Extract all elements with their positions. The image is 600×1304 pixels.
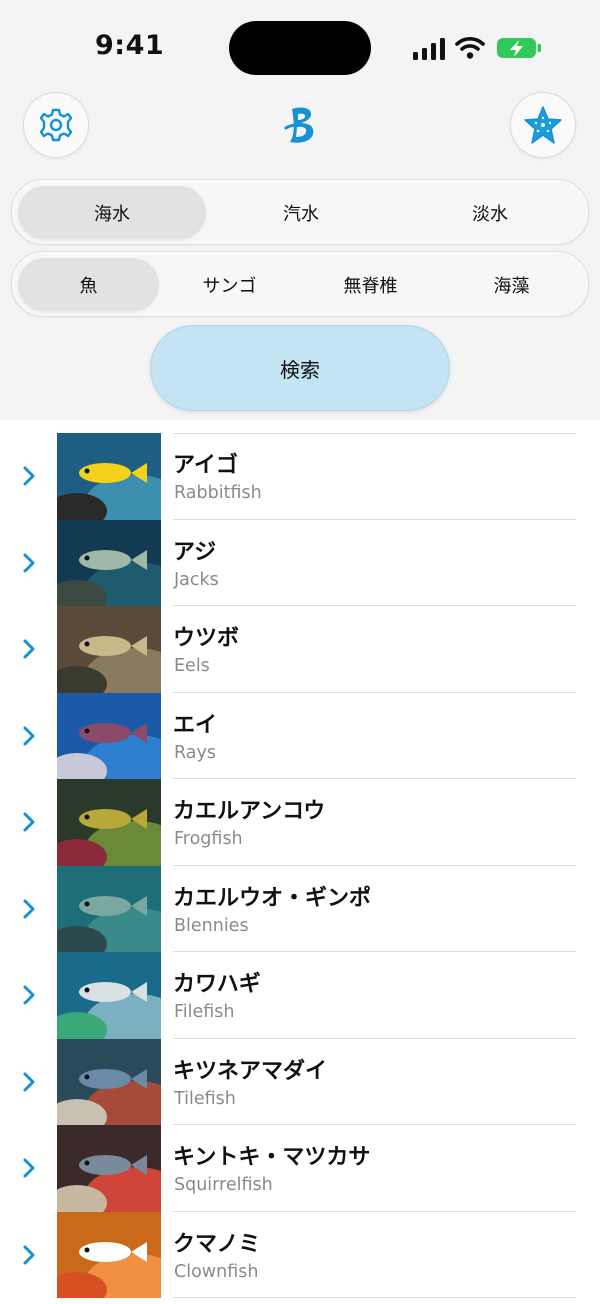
row-divider: [173, 1297, 576, 1298]
fish-name-ja: キツネアマダイ: [173, 1058, 328, 1084]
fish-thumbnail: [57, 952, 161, 1039]
status-time: 9:41: [95, 30, 165, 61]
fish-thumbnail: [57, 519, 161, 606]
list-item[interactable]: キントキ・マツカサ Squirrelfish: [0, 1125, 600, 1212]
fish-name-ja: アイゴ: [173, 453, 238, 478]
chevron-right-icon: [23, 466, 35, 486]
list-item[interactable]: キツネアマダイ Tilefish: [0, 1038, 600, 1125]
gear-icon: [39, 108, 73, 142]
fish-name-en: Frogfish: [174, 829, 243, 849]
chevron-right-icon: [23, 899, 35, 918]
fish-thumbnail: [57, 779, 161, 866]
list-item[interactable]: ウツボ Eels: [0, 606, 600, 693]
category-fish[interactable]: 魚: [18, 258, 159, 311]
battery-charging-icon: [497, 38, 541, 58]
chevron-right-icon: [23, 1072, 35, 1091]
chevron-right-icon: [23, 1245, 35, 1264]
fish-name-ja: エイ: [173, 712, 218, 738]
fish-thumbnail: [57, 1211, 161, 1298]
fish-thumbnail: [57, 1038, 161, 1125]
fish-name-ja: アジ: [173, 539, 217, 565]
list-item[interactable]: クマノミ Clownfish: [0, 1211, 600, 1298]
cellular-signal-icon: [413, 38, 445, 60]
fish-name-en: Squirrelfish: [174, 1175, 273, 1195]
settings-button[interactable]: [23, 92, 89, 158]
list-item[interactable]: カエルウオ・ギンポ Blennies: [0, 865, 600, 952]
list-item[interactable]: カエルアンコウ Frogfish: [0, 779, 600, 866]
chevron-right-icon: [23, 553, 35, 572]
water-type-freshwater[interactable]: 淡水: [396, 186, 584, 239]
starfish-icon: [524, 106, 562, 144]
list-item[interactable]: エイ Rays: [0, 692, 600, 779]
fish-thumbnail: [57, 865, 161, 952]
fish-thumbnail: [57, 692, 161, 779]
b-logo-icon: [284, 107, 314, 143]
fish-name-ja: キントキ・マツカサ: [173, 1145, 371, 1170]
fish-name-en: Eels: [174, 656, 210, 676]
chevron-right-icon: [23, 726, 35, 745]
fish-name-en: Blennies: [174, 915, 249, 936]
search-button[interactable]: 検索: [150, 325, 450, 411]
fish-name-ja: カエルアンコウ: [173, 799, 326, 824]
dynamic-island: [229, 21, 371, 75]
chevron-right-icon: [23, 1158, 35, 1178]
fish-name-ja: ウツボ: [173, 626, 240, 651]
fish-name-en: Rabbitfish: [174, 483, 262, 503]
fish-name-ja: クマノミ: [173, 1231, 261, 1257]
category-invertebrates[interactable]: 無脊椎: [300, 258, 441, 311]
fish-name-en: Filefish: [174, 1002, 235, 1022]
wifi-icon: [455, 37, 485, 59]
fish-name-en: Rays: [174, 742, 216, 763]
fish-name-en: Tilefish: [174, 1088, 236, 1109]
fish-thumbnail: [57, 606, 161, 693]
category-coral[interactable]: サンゴ: [159, 258, 300, 311]
fish-name-ja: カワハギ: [173, 972, 261, 997]
fish-name-en: Clownfish: [174, 1261, 259, 1282]
list-item[interactable]: アジ Jacks: [0, 519, 600, 606]
list-item[interactable]: アイゴ Rabbitfish: [0, 433, 600, 520]
chevron-right-icon: [23, 985, 35, 1005]
favorites-button[interactable]: [510, 92, 576, 158]
category-segmented-control: 魚 サンゴ 無脊椎 海藻: [11, 251, 589, 317]
category-seaweed[interactable]: 海藻: [441, 258, 582, 311]
fish-name-en: Jacks: [174, 569, 219, 590]
list-item[interactable]: カワハギ Filefish: [0, 952, 600, 1039]
chevron-right-icon: [23, 639, 35, 659]
chevron-right-icon: [23, 812, 35, 832]
fish-name-ja: カエルウオ・ギンポ: [173, 885, 372, 911]
fish-thumbnail: [57, 1125, 161, 1212]
water-type-brackish[interactable]: 汽水: [206, 186, 396, 239]
water-type-saltwater[interactable]: 海水: [18, 186, 206, 239]
fish-thumbnail: [57, 433, 161, 520]
water-type-segmented-control: 海水 汽水 淡水: [11, 179, 589, 245]
